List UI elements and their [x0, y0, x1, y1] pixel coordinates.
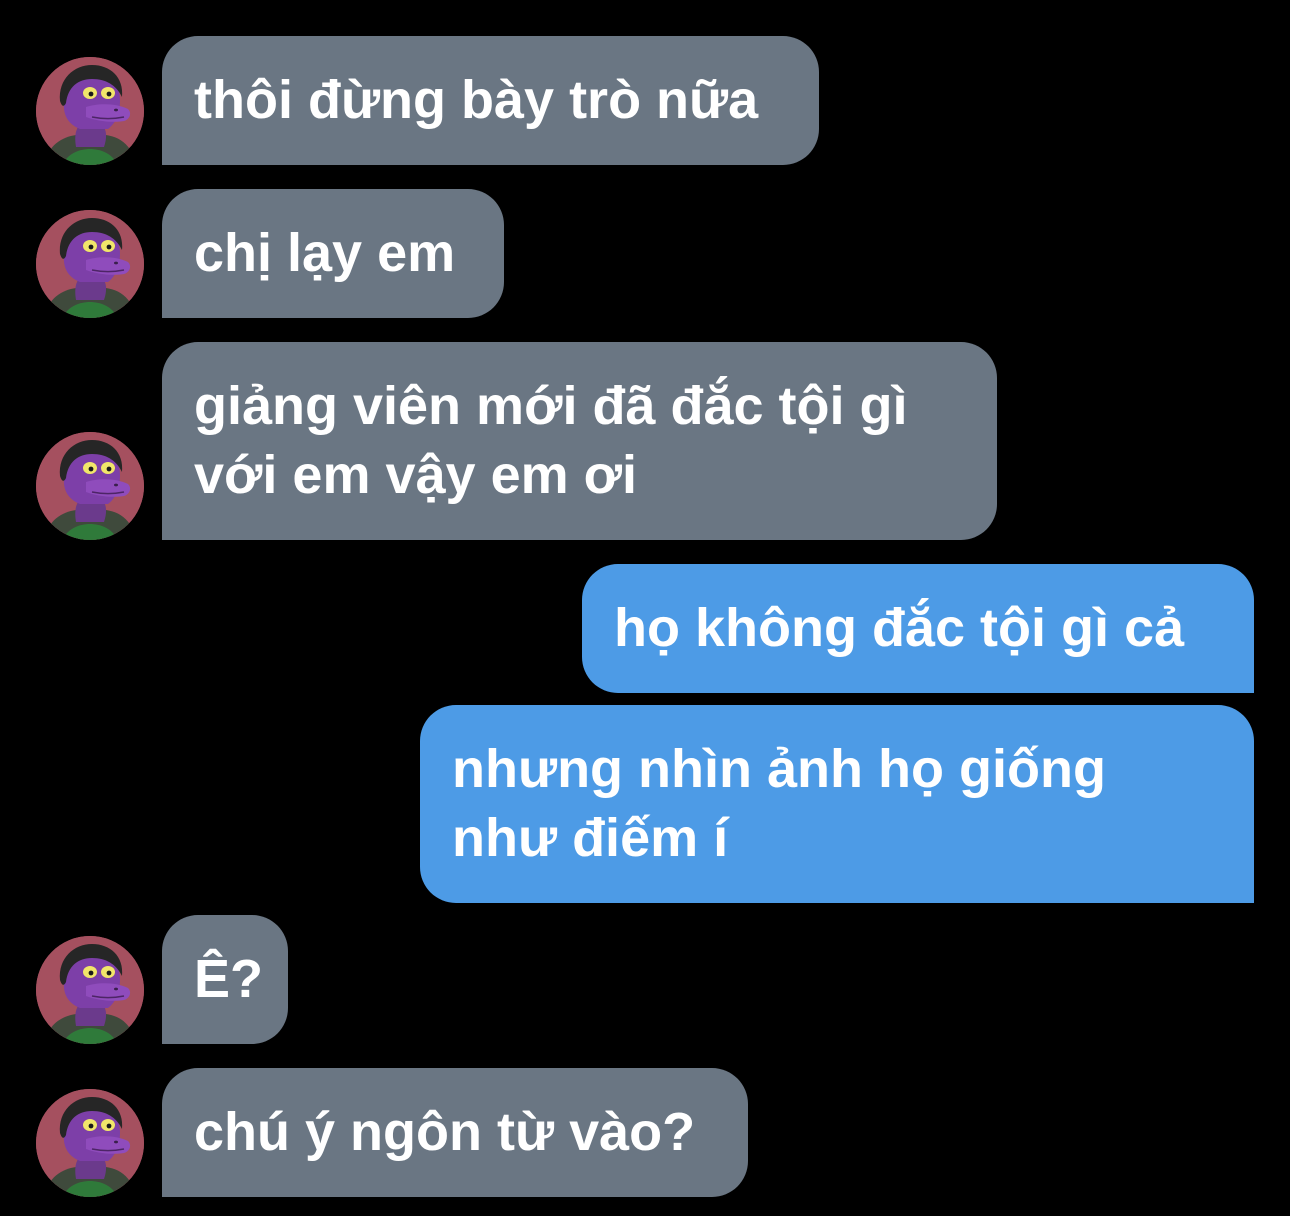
purple-character-avatar-icon	[36, 57, 144, 165]
contact-avatar[interactable]	[36, 1089, 144, 1197]
incoming-message-bubble[interactable]: chị lạy em	[162, 189, 504, 318]
contact-avatar[interactable]	[36, 57, 144, 165]
contact-avatar[interactable]	[36, 432, 144, 540]
incoming-message-bubble[interactable]: giảng viên mới đã đắc tội gì với em vậy …	[162, 342, 997, 540]
incoming-message-bubble[interactable]: Ê?	[162, 915, 288, 1044]
purple-character-avatar-icon	[36, 936, 144, 1044]
contact-avatar[interactable]	[36, 210, 144, 318]
outgoing-message-bubble[interactable]: họ không đắc tội gì cả	[582, 564, 1254, 693]
purple-character-avatar-icon	[36, 1089, 144, 1197]
purple-character-avatar-icon	[36, 210, 144, 318]
outgoing-message-bubble[interactable]: nhưng nhìn ảnh họ giống như điếm í	[420, 705, 1254, 903]
incoming-message-bubble[interactable]: chú ý ngôn từ vào?	[162, 1068, 748, 1197]
purple-character-avatar-icon	[36, 432, 144, 540]
chat-thread: thôi đừng bày trò nữa chị lạy em giảng v…	[0, 0, 1290, 1216]
contact-avatar[interactable]	[36, 936, 144, 1044]
incoming-message-bubble[interactable]: thôi đừng bày trò nữa	[162, 36, 819, 165]
